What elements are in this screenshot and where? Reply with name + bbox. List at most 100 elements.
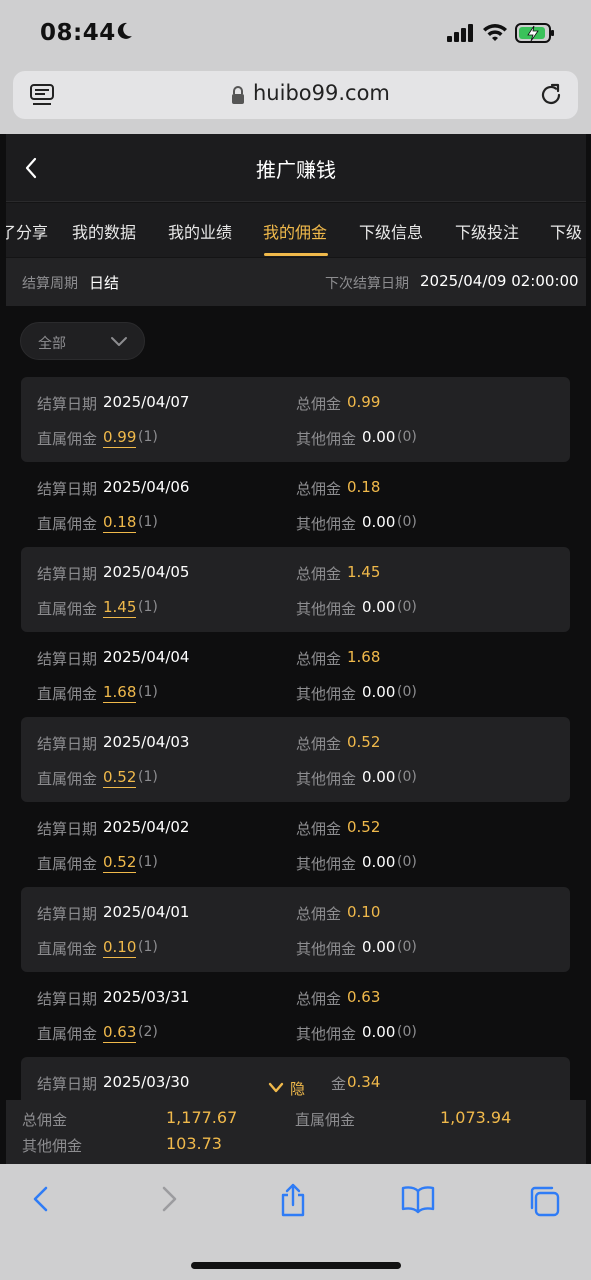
tab-my-performance[interactable]: 我的业绩 [168, 219, 232, 243]
direct-count: (1) [138, 514, 158, 530]
commission-record: 结算日期 2025/04/02 总佣金 0.52 直属佣金 0.52 (1) 其… [21, 802, 570, 887]
url-text[interactable]: huibo99.com [253, 81, 390, 105]
home-indicator [191, 1262, 401, 1269]
direct-label: 直属佣金 [37, 770, 98, 788]
total-value: 0.99 [347, 393, 381, 411]
other-count: (0) [397, 429, 417, 445]
other-label: 其他佣金 [296, 685, 357, 703]
active-tab-indicator [264, 253, 328, 256]
date-value: 2025/04/05 [103, 563, 190, 581]
commission-record: 结算日期 2025/04/07 总佣金 0.99 直属佣金 0.99 (1) 其… [21, 377, 570, 462]
summary-direct-value: 1,073.94 [440, 1108, 512, 1127]
partial-total-label: 金 [331, 1075, 347, 1093]
battery-charging-icon [515, 23, 554, 43]
date-value: 2025/04/03 [103, 733, 190, 751]
tab-overview-icon[interactable] [29, 83, 55, 107]
total-value: 0.52 [347, 818, 381, 836]
chevron-down-icon [111, 337, 127, 346]
lock-icon [232, 86, 244, 104]
other-count: (0) [397, 854, 417, 870]
reload-icon[interactable] [538, 82, 564, 108]
status-bar: 08:44 [0, 0, 591, 66]
other-value: 0.00 [362, 1023, 396, 1041]
tab-my-commission[interactable]: 我的佣金 [263, 219, 327, 243]
other-count: (0) [397, 769, 417, 785]
other-label: 其他佣金 [296, 515, 357, 533]
direct-label: 直属佣金 [37, 685, 98, 703]
browser-forward-icon[interactable] [158, 1184, 180, 1214]
direct-value-link[interactable]: 1.45 [103, 598, 137, 618]
commission-summary: 总佣金 1,177.67 直属佣金 1,073.94 其他佣金 103.73 [6, 1100, 586, 1164]
date-label: 结算日期 [37, 565, 98, 583]
other-count: (0) [397, 599, 417, 615]
direct-count: (1) [138, 684, 158, 700]
settlement-period-bar: 结算周期 日结 下次结算日期 2025/04/09 02:00:00 [6, 258, 586, 306]
date-label: 结算日期 [37, 735, 98, 753]
other-label: 其他佣金 [296, 430, 357, 448]
direct-label: 直属佣金 [37, 515, 98, 533]
commission-record: 结算日期 2025/03/31 总佣金 0.63 直属佣金 0.63 (2) 其… [21, 972, 570, 1057]
date-label: 结算日期 [37, 395, 98, 413]
other-value: 0.00 [362, 683, 396, 701]
next-settlement-value: 2025/04/09 02:00:00 [420, 272, 579, 290]
status-time: 08:44 [40, 20, 116, 46]
direct-value-link[interactable]: 0.63 [103, 1023, 137, 1043]
commission-record: 结算日期 2025/04/03 总佣金 0.52 直属佣金 0.52 (1) 其… [21, 717, 570, 802]
tabs-icon[interactable] [527, 1184, 561, 1218]
other-value: 0.00 [362, 598, 396, 616]
total-label: 总佣金 [296, 905, 342, 923]
direct-label: 直属佣金 [37, 855, 98, 873]
commission-list: 全部 结算日期 2025/04/07 总佣金 0.99 直属佣金 0.99 (1… [6, 306, 586, 1164]
tab-bar: 了分享 我的数据 我的业绩 我的佣金 下级信息 下级投注 下级 [6, 203, 586, 257]
app-page: 推广赚钱 了分享 我的数据 我的业绩 我的佣金 下级信息 下级投注 下级 结算周… [6, 134, 586, 1164]
page-title: 推广赚钱 [256, 158, 336, 182]
other-label: 其他佣金 [296, 855, 357, 873]
summary-other-label: 其他佣金 [22, 1137, 83, 1155]
address-bar[interactable]: huibo99.com [13, 71, 578, 119]
filter-dropdown[interactable]: 全部 [20, 322, 145, 360]
bookmarks-icon[interactable] [400, 1184, 436, 1214]
other-label: 其他佣金 [296, 1025, 357, 1043]
total-value: 1.68 [347, 648, 381, 666]
tab-subordinate-info[interactable]: 下级信息 [359, 219, 423, 243]
date-label: 结算日期 [37, 905, 98, 923]
total-value: 0.63 [347, 988, 381, 1006]
other-count: (0) [397, 939, 417, 955]
direct-value-link[interactable]: 0.18 [103, 513, 137, 533]
total-value: 0.18 [347, 478, 381, 496]
commission-record: 结算日期 2025/04/05 总佣金 1.45 直属佣金 1.45 (1) 其… [21, 547, 570, 632]
date-label: 结算日期 [37, 480, 98, 498]
direct-value-link[interactable]: 0.10 [103, 938, 137, 958]
other-value: 0.00 [362, 768, 396, 786]
direct-value-link[interactable]: 0.99 [103, 428, 137, 448]
date-value: 2025/04/02 [103, 818, 190, 836]
total-value: 0.34 [347, 1073, 381, 1091]
direct-count: (2) [138, 1024, 158, 1040]
date-value: 2025/04/04 [103, 648, 190, 666]
date-value: 2025/04/06 [103, 478, 190, 496]
wifi-icon [483, 24, 507, 41]
period-value: 日结 [89, 274, 120, 292]
direct-value-link[interactable]: 0.52 [103, 853, 137, 873]
summary-total-label: 总佣金 [22, 1111, 68, 1129]
date-value: 2025/03/31 [103, 988, 190, 1006]
commission-record: 结算日期 2025/04/06 总佣金 0.18 直属佣金 0.18 (1) 其… [21, 462, 570, 547]
direct-label: 直属佣金 [37, 1025, 98, 1043]
direct-value-link[interactable]: 1.68 [103, 683, 137, 703]
date-label: 结算日期 [37, 820, 98, 838]
tab-subordinate-bets[interactable]: 下级投注 [455, 219, 519, 243]
other-count: (0) [397, 514, 417, 530]
other-value: 0.00 [362, 938, 396, 956]
tab-share[interactable]: 了分享 [6, 219, 48, 243]
tab-subordinate-more[interactable]: 下级 [550, 219, 582, 243]
tab-my-data[interactable]: 我的数据 [72, 219, 136, 243]
direct-value-link[interactable]: 0.52 [103, 768, 137, 788]
direct-count: (1) [138, 429, 158, 445]
date-value: 2025/03/30 [103, 1073, 190, 1091]
total-label: 总佣金 [296, 565, 342, 583]
browser-toolbar [0, 1164, 591, 1280]
other-value: 0.00 [362, 428, 396, 446]
browser-back-icon[interactable] [30, 1184, 52, 1214]
total-label: 总佣金 [296, 480, 342, 498]
share-icon[interactable] [279, 1182, 307, 1218]
